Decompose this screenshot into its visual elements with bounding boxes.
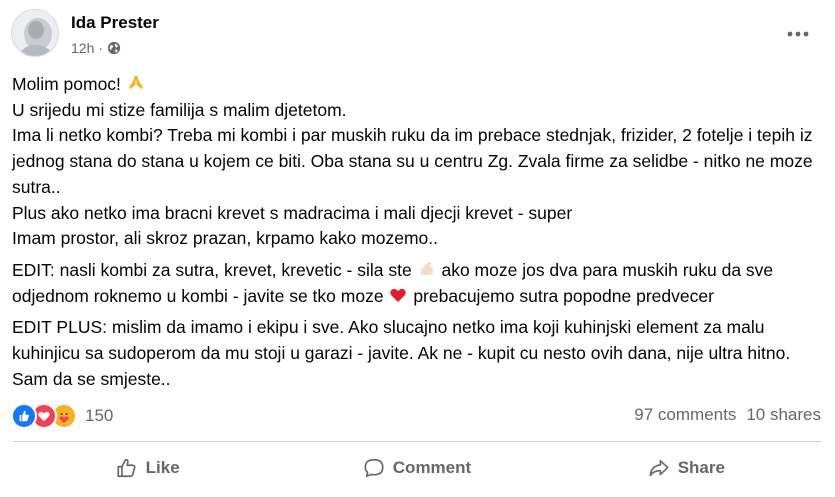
shares-count[interactable]: 10 shares [746,405,821,425]
share-arrow-icon [649,459,669,477]
facebook-post: Ida Prester 12h · Molim pomoc! U srijedu… [0,0,835,497]
post-content: Molim pomoc! U srijedu mi stize familija… [12,72,824,392]
comment-bubble-icon [364,458,384,478]
post-time[interactable]: 12h [71,40,94,56]
author-avatar[interactable] [11,9,59,57]
reaction-count[interactable]: 150 [85,406,113,426]
post-line: Ima li netko kombi? Treba mi kombi i par… [12,125,813,197]
thumbs-up-icon [117,458,136,478]
globe-icon[interactable] [107,41,121,55]
like-label: Like [145,458,180,477]
divider [13,441,821,442]
flexed-biceps-icon [417,259,437,279]
post-line: Molim pomoc! [12,72,824,98]
comments-count[interactable]: 97 comments [634,405,736,425]
post-edit-plus-paragraph: EDIT PLUS: mislim da imamo i ekipu i sve… [12,317,791,389]
post-line: Plus ako netko ima bracni krevet s madra… [12,202,573,223]
like-icon [11,403,37,429]
post-line: Imam prostor, ali skroz prazan, krpamo k… [12,228,438,249]
share-button[interactable]: Share [552,447,821,489]
praying-hands-icon [126,73,146,93]
post-line: U srijedu mi stize familija s malim djet… [12,99,347,120]
comment-button[interactable]: Comment [282,447,551,489]
engagement-counts: 97 comments 10 shares [634,405,821,425]
meta-separator: · [98,40,104,56]
post-meta: 12h · [71,39,121,57]
red-heart-icon [388,285,408,305]
comment-label: Comment [392,458,472,477]
reaction-summary[interactable]: 150 [11,403,113,429]
action-bar: Like Comment Share [13,447,821,489]
post-edit-paragraph: EDIT: nasli kombi za sutra, krevet, krev… [12,259,774,306]
more-dots-icon [787,31,809,37]
more-options-button[interactable] [780,20,816,48]
share-label: Share [677,458,725,477]
author-name[interactable]: Ida Prester [71,13,159,33]
like-button[interactable]: Like [13,447,282,489]
